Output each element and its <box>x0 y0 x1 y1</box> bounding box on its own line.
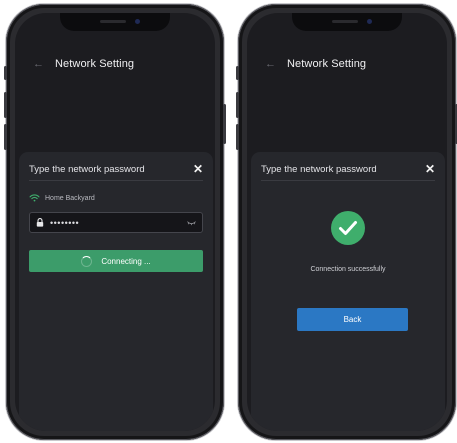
back-arrow-icon[interactable]: ← <box>265 58 287 70</box>
back-button[interactable]: Back <box>297 308 408 331</box>
password-input[interactable]: •••••••• <box>29 212 203 233</box>
dialog-title: Type the network password <box>29 163 145 175</box>
wifi-icon <box>29 194 40 202</box>
password-value: •••••••• <box>50 217 80 228</box>
volume-down-button <box>236 124 239 150</box>
mute-switch <box>236 66 239 80</box>
phone-right: ← Network Setting Type the network passw… <box>236 4 457 440</box>
close-icon[interactable]: ✕ <box>425 163 435 175</box>
screen-success: ← Network Setting Type the network passw… <box>247 13 447 431</box>
volume-up-button <box>236 92 239 118</box>
divider <box>261 180 435 181</box>
network-row: Home Backyard <box>29 194 95 202</box>
mute-switch <box>4 66 7 80</box>
camera <box>367 19 372 24</box>
notch <box>292 13 402 31</box>
eye-icon[interactable] <box>187 220 196 226</box>
speaker <box>332 20 358 23</box>
screen-connecting: ← Network Setting Type the network passw… <box>15 13 215 431</box>
header: ← Network Setting <box>33 55 205 73</box>
spinner-icon <box>81 255 93 267</box>
back-arrow-icon[interactable]: ← <box>33 58 55 70</box>
password-dialog: Type the network password ✕ Home Backyar… <box>19 152 213 431</box>
page-title: Network Setting <box>287 58 367 70</box>
lock-icon <box>36 218 44 227</box>
header: ← Network Setting <box>265 55 437 73</box>
dialog-header: Type the network password ✕ <box>261 162 435 176</box>
divider <box>29 180 203 181</box>
phone-left: ← Network Setting Type the network passw… <box>4 4 226 440</box>
notch <box>60 13 170 31</box>
connecting-button[interactable]: Connecting ... <box>29 250 203 272</box>
volume-up-button <box>4 92 7 118</box>
volume-down-button <box>4 124 7 150</box>
check-circle-icon <box>331 211 365 245</box>
dialog-header: Type the network password ✕ <box>29 162 203 176</box>
password-dialog: Type the network password ✕ Connection s… <box>251 152 445 431</box>
network-name: Home Backyard <box>45 194 95 202</box>
status-message: Connection successfully <box>310 266 386 273</box>
close-icon[interactable]: ✕ <box>193 163 203 175</box>
speaker <box>100 20 126 23</box>
page-title: Network Setting <box>55 58 135 70</box>
power-button <box>223 104 226 144</box>
dialog-title: Type the network password <box>261 163 377 175</box>
connecting-label: Connecting ... <box>101 256 151 266</box>
camera <box>135 19 140 24</box>
